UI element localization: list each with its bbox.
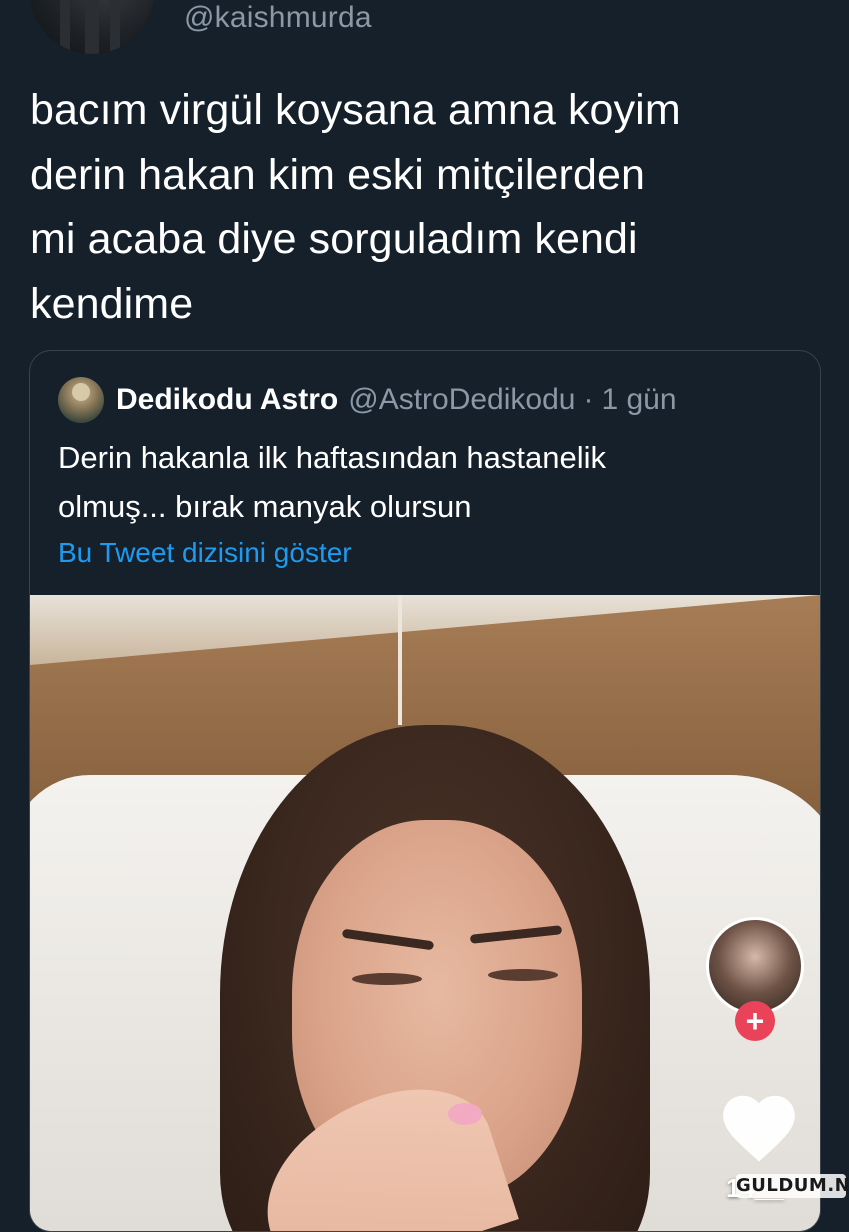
quoted-author-handle[interactable]: @AstroDedikodu — [348, 383, 575, 417]
quoted-author-name[interactable]: Dedikodu Astro — [116, 383, 338, 417]
cord — [398, 595, 402, 725]
quoted-author-avatar[interactable] — [58, 377, 104, 423]
avatar-figure-left — [60, 0, 70, 54]
tweet-text: bacım virgül koysana amna koyim derin ha… — [30, 78, 830, 336]
show-thread-link[interactable]: Bu Tweet dizisini göster — [58, 535, 352, 571]
tweet-media-image[interactable]: + 14__ — [30, 595, 820, 1231]
tweet-text-line: kendime — [30, 279, 194, 328]
avatar-figure-center — [85, 0, 99, 54]
tweet-text-line: mi acaba diye sorguladım kendi — [30, 215, 638, 263]
author-avatar[interactable] — [30, 0, 154, 54]
follow-plus-icon[interactable]: + — [735, 1001, 775, 1041]
fingernail — [448, 1103, 482, 1125]
avatar-figure-right — [110, 0, 120, 54]
quoted-tweet-card[interactable]: Dedikodu Astro @AstroDedikodu · 1 gün De… — [29, 350, 821, 1232]
left-eye — [352, 973, 422, 985]
tweet-text-line: bacım virgül koysana amna koyim — [30, 86, 681, 134]
header-separator: · — [583, 383, 594, 416]
author-handle[interactable]: @kaishmurda — [184, 0, 372, 36]
quoted-text-line: olmuş... bırak manyak olursun — [58, 489, 472, 524]
quoted-tweet-time[interactable]: 1 gün — [601, 383, 676, 417]
right-eye — [488, 969, 558, 981]
tweet-text-line: derin hakan kim eski mitçilerden — [30, 150, 646, 199]
quoted-text-line: Derin hakanla ilk haftasından hastanelik — [58, 440, 607, 475]
site-watermark: GULDUM.NET — [736, 1174, 849, 1198]
quoted-tweet-header: Dedikodu Astro @AstroDedikodu · 1 gün — [58, 375, 677, 425]
heart-icon[interactable] — [716, 1085, 802, 1171]
quoted-tweet-text: Derin hakanla ilk haftasından hastanelik… — [58, 433, 798, 531]
